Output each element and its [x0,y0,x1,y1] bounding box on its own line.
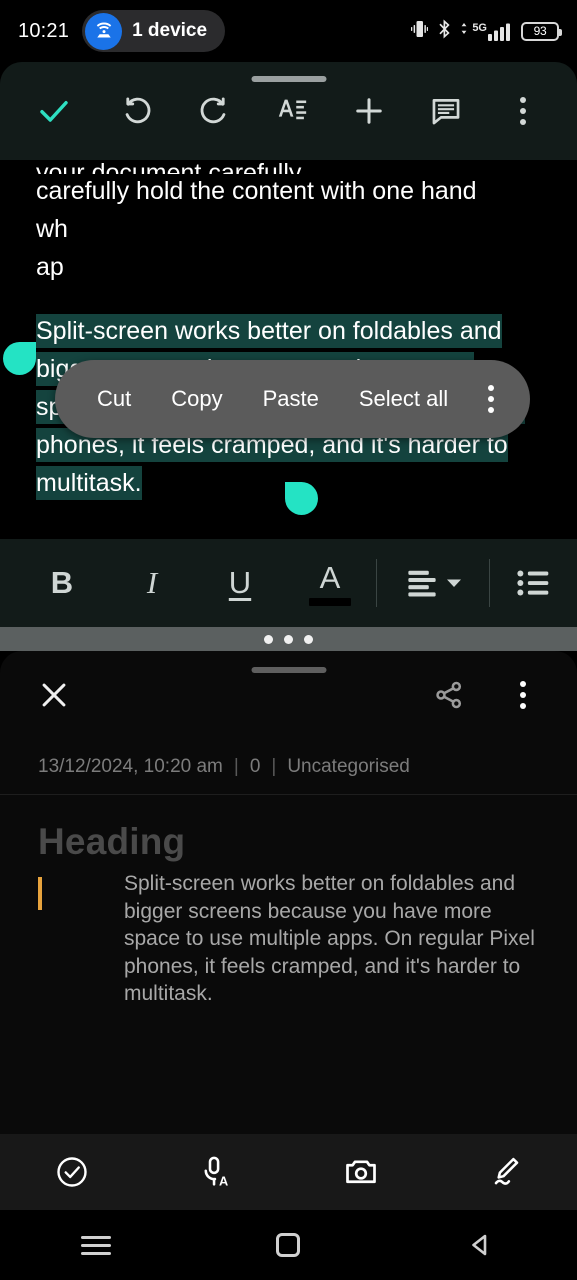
notes-bottom-toolbar: A [0,1134,577,1210]
battery-level: 93 [533,24,547,38]
camera-icon[interactable] [289,1154,433,1190]
check-circle-icon[interactable] [0,1154,144,1190]
italic-label: I [146,565,158,600]
bulleted-list-button[interactable] [490,552,577,614]
fmt-pad-left [0,552,16,614]
selection-handle-start[interactable] [3,342,36,375]
note-word-count: 0 [249,755,261,777]
back-icon[interactable] [385,1232,577,1258]
svg-text:A: A [219,1174,228,1189]
bold-label: B [50,565,74,600]
context-menu-item-paste[interactable]: Paste [243,386,339,412]
underline-button[interactable]: U [196,552,284,614]
undo-icon[interactable] [109,83,165,139]
selection-handle-end[interactable] [285,482,318,515]
recents-icon[interactable] [0,1231,192,1260]
network-label: 5G [472,22,487,34]
comment-icon[interactable] [418,83,474,139]
voice-typing-icon[interactable]: A [144,1154,288,1190]
editor-toolbar [0,62,577,160]
status-bar: 10:21 1 device 5G 93 [0,0,577,62]
redo-icon[interactable] [186,83,242,139]
network-5g-signal-icon: 5G [461,21,512,41]
context-menu-item-cut[interactable]: Cut [77,386,151,412]
window-drag-handle[interactable] [251,76,326,82]
text-color-swatch [309,598,351,606]
text-format-icon[interactable] [264,83,320,139]
context-menu-item-select-all[interactable]: Select all [339,386,468,412]
notes-header [0,651,577,739]
text-color-button[interactable]: A [284,552,376,614]
paragraph-line-hidden-2: wh [36,215,68,243]
align-button[interactable] [377,552,489,614]
note-body[interactable]: Heading Split-screen works better on fol… [0,795,577,1008]
status-clock: 10:21 [18,19,70,42]
divider-dot [284,634,293,644]
device-pill-label: 1 device [132,20,208,41]
text-color-label: A [319,560,341,595]
format-toolbar: B I U A [0,539,577,627]
notes-app: 13/12/2024, 10:20 am | 0 | Uncategorised… [0,651,577,1210]
status-icons: 5G 93 [411,18,562,44]
close-icon[interactable] [28,669,80,721]
done-check-icon[interactable] [26,83,82,139]
notes-drag-handle[interactable] [251,667,326,673]
battery-indicator: 93 [521,21,562,41]
add-icon[interactable] [341,83,397,139]
paragraph-line-hidden-3: ap [36,253,64,281]
text-cursor [38,877,42,910]
bulleted-list-icon [516,570,548,596]
align-left-icon [407,570,436,597]
hotspot-icon [85,12,123,50]
bold-button[interactable]: B [16,552,108,614]
home-icon[interactable] [192,1233,384,1257]
note-body-text[interactable]: Split-screen works better on foldables a… [38,870,539,1008]
home-square [276,1233,301,1257]
meta-separator: | [271,755,277,777]
draw-pen-icon[interactable] [433,1154,577,1190]
note-category[interactable]: Uncategorised [287,756,410,778]
divider-dot [264,634,273,644]
device-pill[interactable]: 1 device [82,10,226,52]
note-meta-row: 13/12/2024, 10:20 am | 0 | Uncategorised [0,739,577,795]
context-overflow-icon[interactable] [468,385,508,413]
android-nav-bar [0,1210,577,1280]
paragraph-line: carefully hold the content with one hand [36,177,477,205]
text-context-menu: Cut Copy Paste Select all [55,360,531,438]
recents-lines [81,1231,112,1260]
document-paragraph-above: carefully hold the content with one hand… [36,172,557,286]
split-screen-divider[interactable] [0,627,577,651]
chevron-down-icon [446,579,461,587]
share-icon[interactable] [423,669,475,721]
note-heading-placeholder[interactable]: Heading [38,821,539,863]
underline-label: U [228,565,252,600]
document-editor-app: your document carefully carefully hold t… [0,62,577,627]
overflow-menu-icon[interactable] [497,669,549,721]
divider-dot [304,634,313,644]
meta-separator: | [233,755,239,777]
bluetooth-icon [437,18,452,44]
note-timestamp: 13/12/2024, 10:20 am [38,755,223,777]
vibrate-icon [411,19,429,44]
overflow-menu-icon[interactable] [495,83,551,139]
phone-screen: 10:21 1 device 5G 93 your document caref… [0,0,577,1280]
italic-button[interactable]: I [108,552,196,614]
context-menu-item-copy[interactable]: Copy [151,386,242,412]
